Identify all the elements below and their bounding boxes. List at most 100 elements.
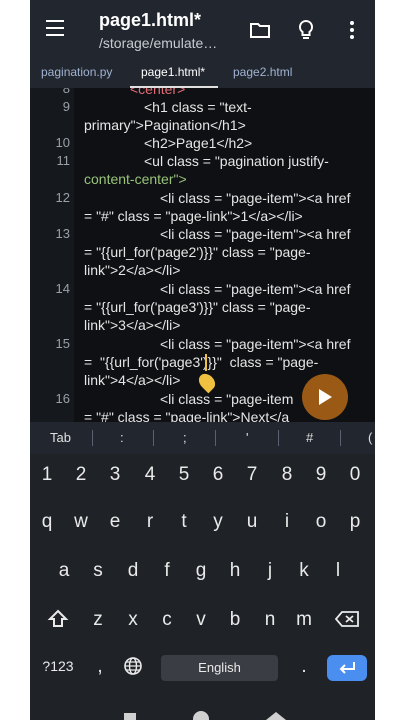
key-t[interactable]: t [176, 511, 192, 533]
key-v[interactable]: v [193, 609, 209, 631]
key-period[interactable]: . [298, 656, 310, 678]
key-x[interactable]: x [125, 609, 141, 631]
code-line: <li class = "page-item [160, 391, 294, 407]
key-q[interactable]: q [39, 511, 55, 533]
code-line: = "{{url_for('page3')}}" class = "page- [84, 299, 311, 315]
code-line: <ul class = "pagination justify- [144, 153, 329, 169]
code-line: primary">Pagination</h1> [84, 117, 246, 133]
code-line: = "#" class = "page-link">1</a></li> [84, 208, 303, 224]
key-4[interactable]: 4 [142, 464, 158, 486]
file-tabs: pagination.py page1.html* page2.html [30, 58, 375, 88]
key-n[interactable]: n [262, 609, 278, 631]
key-o[interactable]: o [313, 511, 329, 533]
key-6[interactable]: 6 [210, 464, 226, 486]
code-line: <li class = "page-item"><a href [160, 226, 351, 242]
key-k[interactable]: k [296, 560, 312, 582]
line-number: 13 [55, 226, 70, 241]
code-line: = "{{url_for('page3')}}" class = "page- [84, 354, 319, 370]
symbol-divider [278, 430, 279, 446]
enter-icon [339, 662, 355, 674]
key-l[interactable]: l [330, 560, 346, 582]
back-nav-icon[interactable] [266, 712, 286, 720]
run-button[interactable] [302, 374, 348, 420]
symbols-mode-key[interactable]: ?123 [38, 658, 78, 674]
symbol-tab[interactable]: Tab [50, 430, 71, 445]
symbol-semicolon[interactable]: ; [183, 430, 187, 445]
key-p[interactable]: p [347, 511, 363, 533]
symbol-hash[interactable]: # [306, 430, 313, 445]
more-options-icon[interactable] [340, 18, 364, 42]
key-b[interactable]: b [227, 609, 243, 631]
key-j[interactable]: j [262, 560, 278, 582]
line-number: 9 [62, 99, 70, 114]
symbol-colon[interactable]: : [120, 430, 124, 445]
soft-keyboard: 1 2 3 4 5 6 7 8 9 0 q w e r t y u i o p … [30, 454, 375, 720]
file-title: page1.html* [99, 10, 202, 30]
tab-pagination-py[interactable]: pagination.py [41, 65, 112, 79]
space-bar[interactable]: English [161, 655, 278, 681]
tab-page1-html[interactable]: page1.html* [141, 65, 205, 79]
system-nav-bar [30, 706, 375, 720]
code-line: <li class = "page-item"><a href [160, 190, 351, 206]
key-d[interactable]: d [125, 560, 141, 582]
key-3[interactable]: 3 [107, 464, 123, 486]
symbol-divider [215, 430, 216, 446]
code-editor[interactable]: 8 9 10 11 12 13 14 15 16 <center> <h1 cl… [30, 88, 375, 422]
code-line: link">4</a></li> [84, 372, 181, 388]
code-line: <center> [130, 88, 186, 97]
tab-page2-html[interactable]: page2.html [233, 65, 292, 79]
hamburger-menu-icon[interactable] [44, 18, 68, 38]
line-number: 10 [55, 135, 70, 150]
backspace-icon[interactable] [334, 610, 360, 628]
symbol-bar: Tab : ; ' # ( [30, 422, 375, 454]
key-7[interactable]: 7 [244, 464, 260, 486]
key-1[interactable]: 1 [39, 464, 55, 486]
code-line: link">3</a></li> [84, 317, 181, 333]
file-path: /storage/emulate… [99, 35, 218, 51]
symbol-divider [92, 430, 93, 446]
line-number: 8 [62, 88, 70, 96]
line-number: 12 [55, 190, 70, 205]
key-a[interactable]: a [56, 560, 72, 582]
key-f[interactable]: f [159, 560, 175, 582]
key-u[interactable]: u [244, 511, 260, 533]
symbol-quote[interactable]: ' [246, 430, 248, 445]
key-9[interactable]: 9 [313, 464, 329, 486]
key-r[interactable]: r [142, 511, 158, 533]
key-g[interactable]: g [193, 560, 209, 582]
key-w[interactable]: w [73, 511, 89, 533]
text-cursor [205, 354, 207, 371]
key-comma[interactable]: , [94, 656, 106, 678]
lightbulb-icon[interactable] [294, 18, 318, 42]
code-line: = "#" class = "page-link">Next</a [84, 409, 290, 422]
key-8[interactable]: 8 [279, 464, 295, 486]
recents-nav-icon[interactable] [124, 713, 136, 720]
code-line: <h1 class = "text- [144, 99, 252, 115]
key-c[interactable]: c [159, 609, 175, 631]
line-number: 11 [56, 153, 71, 168]
key-h[interactable]: h [227, 560, 243, 582]
enter-key[interactable] [327, 655, 367, 681]
key-y[interactable]: y [210, 511, 226, 533]
line-number: 16 [55, 391, 70, 406]
shift-icon[interactable] [47, 608, 69, 630]
symbol-paren[interactable]: ( [368, 430, 372, 445]
code-line: <li class = "page-item"><a href [160, 336, 351, 352]
key-m[interactable]: m [296, 609, 312, 631]
key-i[interactable]: i [279, 511, 295, 533]
globe-icon[interactable] [123, 656, 143, 676]
app-bar: page1.html* /storage/emulate… [30, 0, 375, 58]
key-s[interactable]: s [90, 560, 106, 582]
key-0[interactable]: 0 [347, 464, 363, 486]
key-5[interactable]: 5 [176, 464, 192, 486]
home-nav-icon[interactable] [193, 711, 209, 720]
line-number: 14 [55, 281, 70, 296]
key-2[interactable]: 2 [73, 464, 89, 486]
key-e[interactable]: e [107, 511, 123, 533]
line-number: 15 [55, 336, 70, 351]
folder-icon[interactable] [248, 18, 272, 42]
code-line: link">2</a></li> [84, 262, 181, 278]
key-z[interactable]: z [90, 609, 106, 631]
code-line: <h2>Page1</h2> [144, 135, 253, 151]
play-icon [319, 389, 332, 405]
